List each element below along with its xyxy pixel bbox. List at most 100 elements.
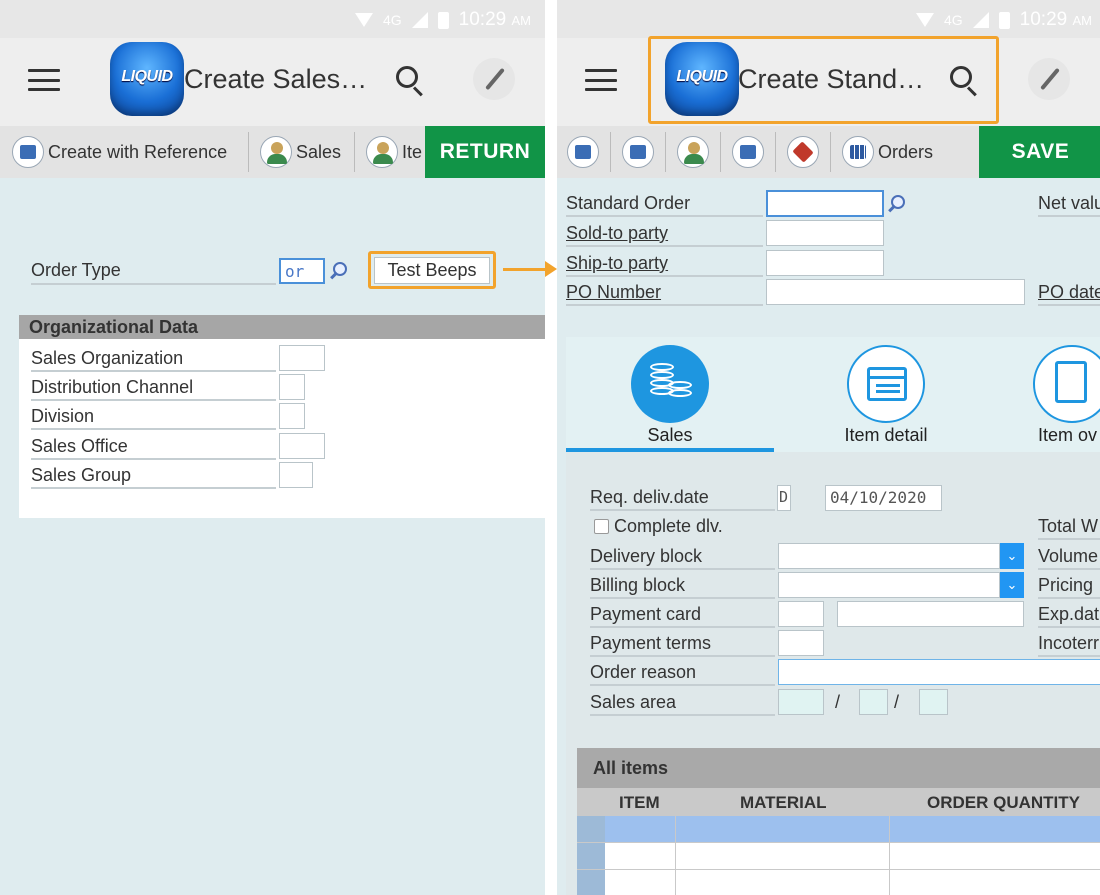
standard-order-input[interactable] xyxy=(766,190,884,217)
right-screen: 4G 10:29 AM LIQUID Create Stand… Orders … xyxy=(557,0,1100,895)
chevron-down-icon[interactable]: ⌄ xyxy=(1000,543,1024,569)
lookup-icon[interactable] xyxy=(887,193,909,215)
column-item[interactable]: ITEM xyxy=(619,793,660,813)
title-highlight-box xyxy=(648,36,999,124)
return-button[interactable]: RETURN xyxy=(425,126,545,178)
window-icon xyxy=(847,345,925,423)
toolbar-action-3[interactable] xyxy=(677,126,709,178)
save-button[interactable]: SAVE xyxy=(979,126,1100,178)
distribution-channel-field xyxy=(859,689,888,715)
payment-card-type-input[interactable] xyxy=(778,601,824,627)
network-type: 4G xyxy=(943,12,963,28)
complete-dlv-label: Complete dlv. xyxy=(614,516,723,536)
items-column-header: ITEM MATERIAL ORDER QUANTITY xyxy=(577,788,1100,816)
screen-title: Create Sales… xyxy=(184,64,368,94)
test-beeps-button[interactable]: Test Beeps xyxy=(374,257,490,284)
item-button[interactable]: Ite xyxy=(366,126,426,178)
billing-block-label: Billing block xyxy=(590,575,686,595)
tab-item-detail[interactable]: Item detail xyxy=(782,337,990,452)
sales-group-input[interactable] xyxy=(279,462,313,488)
toolbar-action-1[interactable] xyxy=(567,126,599,178)
po-number-label[interactable]: PO Number xyxy=(566,282,661,303)
sold-to-party-input[interactable] xyxy=(766,220,884,246)
req-deliv-date-label: Req. deliv.date xyxy=(590,487,709,507)
app-bar: LIQUID Create Sales… xyxy=(0,38,545,126)
po-date-label[interactable]: PO date xyxy=(1038,282,1100,303)
status-bar: 4G 10:29 AM xyxy=(557,0,1100,38)
date-format-field[interactable]: D xyxy=(777,485,791,511)
payment-card-number-input[interactable] xyxy=(837,601,1024,627)
billing-block-select[interactable] xyxy=(778,572,1000,598)
brush-icon[interactable] xyxy=(473,58,515,100)
sales-button[interactable]: Sales xyxy=(260,126,341,178)
lookup-icon[interactable] xyxy=(329,260,351,282)
signal-icon xyxy=(972,12,989,28)
search-icon[interactable] xyxy=(396,66,426,97)
coins-icon xyxy=(631,345,709,423)
table-row[interactable] xyxy=(577,816,1100,843)
table-row[interactable] xyxy=(577,870,1100,895)
clock: 10:29 AM xyxy=(1019,9,1092,30)
order-reason-input[interactable] xyxy=(778,659,1100,685)
person-icon xyxy=(677,136,709,168)
division-input[interactable] xyxy=(279,403,305,429)
toolbar-action-4[interactable] xyxy=(732,126,764,178)
exp-date-label: Exp.dat xyxy=(1038,604,1100,624)
toolbar: Create with Reference Sales Ite RETURN xyxy=(0,126,545,178)
battery-icon xyxy=(437,11,449,29)
person-icon xyxy=(366,136,398,168)
tab-label: Sales xyxy=(647,425,693,445)
chevron-down-icon[interactable]: ⌄ xyxy=(1000,572,1024,598)
menu-icon[interactable] xyxy=(28,69,60,91)
sales-office-input[interactable] xyxy=(279,433,325,459)
brush-icon[interactable] xyxy=(1028,58,1070,100)
table-row[interactable] xyxy=(577,843,1100,870)
ship-to-party-input[interactable] xyxy=(766,250,884,276)
distribution-channel-input[interactable] xyxy=(279,374,305,400)
tab-item-overview[interactable]: Item ov xyxy=(996,337,1100,452)
delete-icon xyxy=(787,136,819,168)
sales-organization-input[interactable] xyxy=(279,345,325,371)
delivery-block-select[interactable] xyxy=(778,543,1000,569)
column-material[interactable]: MATERIAL xyxy=(740,793,827,813)
orders-button[interactable]: Orders xyxy=(842,126,933,178)
distribution-channel-label: Distribution Channel xyxy=(31,377,194,397)
signal-icon xyxy=(411,12,428,28)
sold-to-party-label[interactable]: Sold-to party xyxy=(566,223,668,244)
payment-terms-input[interactable] xyxy=(778,630,824,656)
tab-strip: Sales Item detail Item ov xyxy=(566,337,1100,452)
sales-group-label: Sales Group xyxy=(31,465,132,485)
pricing-label: Pricing xyxy=(1038,575,1094,595)
document-person-icon xyxy=(622,136,654,168)
po-number-input[interactable] xyxy=(766,279,1025,305)
clock: 10:29 AM xyxy=(458,9,531,30)
document-arrow-icon xyxy=(567,136,599,168)
toolbar: Orders SAVE xyxy=(557,126,1100,178)
standard-order-label: Standard Order xyxy=(566,193,691,213)
ship-to-party-label[interactable]: Ship-to party xyxy=(566,253,668,274)
network-type: 4G xyxy=(382,12,402,28)
tab-label: Item detail xyxy=(844,425,928,445)
arrow-head-icon xyxy=(545,261,557,277)
column-order-quantity[interactable]: ORDER QUANTITY xyxy=(927,793,1080,813)
toolbar-action-5[interactable] xyxy=(787,126,819,178)
complete-dlv-checkbox[interactable] xyxy=(594,519,609,534)
delivery-block-label: Delivery block xyxy=(590,546,703,566)
req-deliv-date-input[interactable]: 04/10/2020 xyxy=(825,485,942,511)
sales-org-field xyxy=(778,689,824,715)
volume-label: Volume xyxy=(1038,546,1099,566)
payment-card-label: Payment card xyxy=(590,604,702,624)
wifi-icon xyxy=(915,13,934,27)
payment-terms-label: Payment terms xyxy=(590,633,712,653)
copy-document-icon xyxy=(12,136,44,168)
division-label: Division xyxy=(31,406,95,426)
wifi-icon xyxy=(354,13,373,27)
tab-sales[interactable]: Sales xyxy=(566,337,774,452)
toolbar-action-2[interactable] xyxy=(622,126,654,178)
create-with-reference-button[interactable]: Create with Reference xyxy=(12,126,227,178)
separator: / xyxy=(894,692,900,712)
screen-gap xyxy=(545,0,557,895)
order-type-input[interactable]: or xyxy=(279,258,325,284)
all-items-header: All items xyxy=(577,748,1100,788)
menu-icon[interactable] xyxy=(585,69,617,91)
